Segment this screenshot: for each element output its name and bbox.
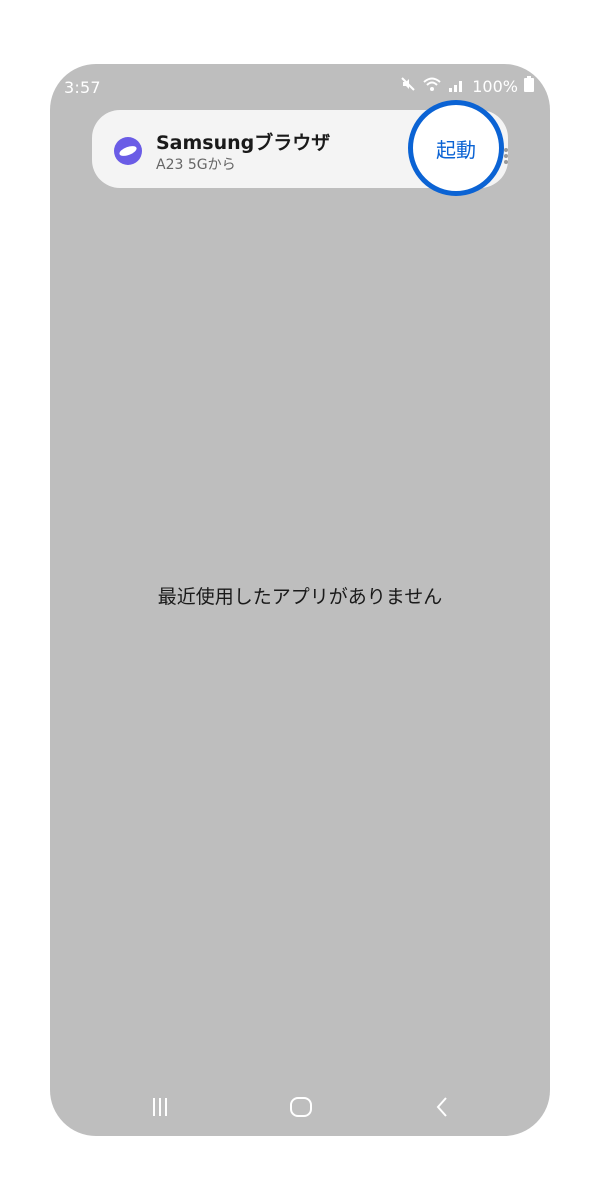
signal-icon [448, 77, 466, 96]
status-icons: 100% [400, 76, 534, 96]
wifi-icon [422, 76, 442, 96]
recent-apps-button[interactable] [146, 1094, 176, 1120]
status-time: 3:57 [64, 78, 101, 97]
back-button[interactable] [428, 1094, 458, 1120]
battery-percentage: 100% [472, 76, 518, 96]
recent-apps-icon [153, 1098, 167, 1116]
navigation-bar [50, 1088, 550, 1124]
battery-icon [524, 76, 534, 96]
phone-screen: 3:57 100% Samsungブラウザ A23 5Gから 最近使用したアプリ… [50, 64, 550, 1136]
home-button[interactable] [286, 1094, 316, 1120]
empty-recents-message: 最近使用したアプリがありません [157, 586, 443, 608]
mute-icon [400, 76, 416, 96]
home-icon [290, 1097, 312, 1117]
notification-source: A23 5Gから [156, 157, 236, 173]
notification-app-name: Samsungブラウザ [156, 132, 331, 154]
launch-button-label: 起動 [436, 137, 476, 162]
back-icon [436, 1097, 447, 1117]
launch-button[interactable]: 起動 [408, 100, 504, 196]
samsung-internet-icon [114, 137, 142, 165]
